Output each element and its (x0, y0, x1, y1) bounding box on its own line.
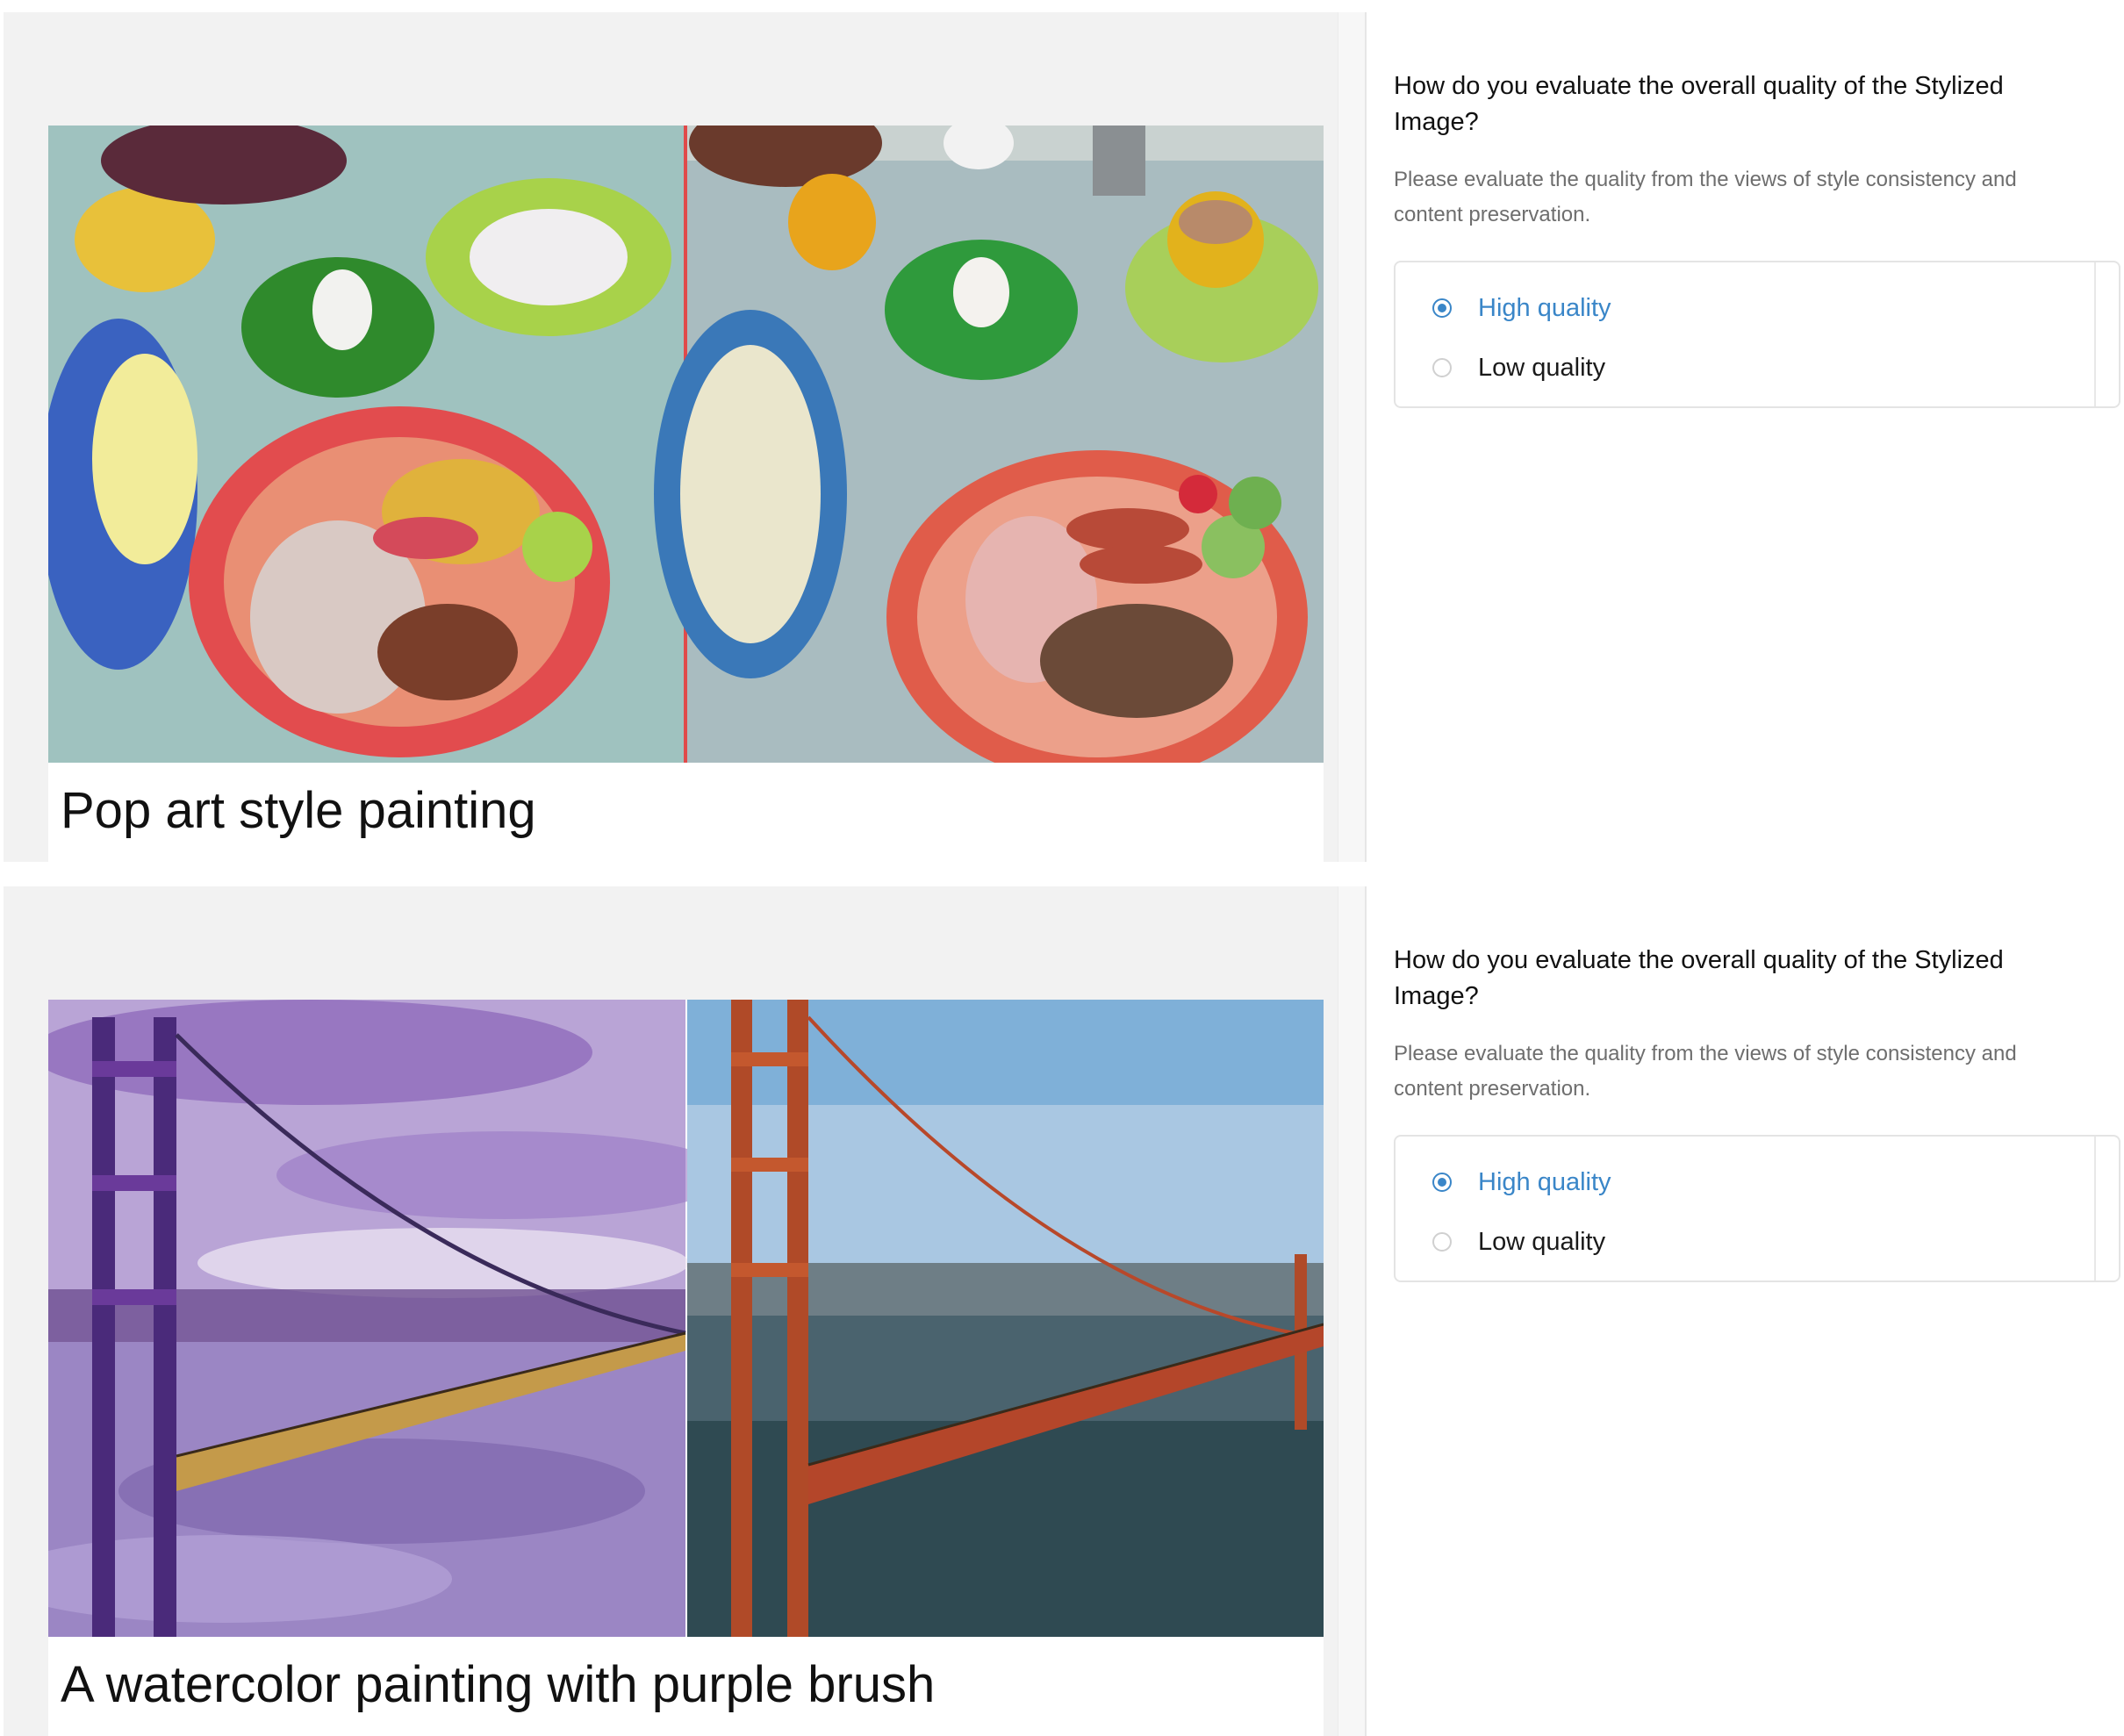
image-area: A watercolor painting with purple brush (4, 886, 1338, 1736)
content-image (654, 126, 1324, 763)
scrollbar[interactable] (1338, 12, 1367, 862)
scrollbar[interactable] (1338, 886, 1367, 1736)
option-label: Low quality (1478, 353, 1606, 382)
options-scrollbar[interactable] (2094, 1137, 2119, 1280)
low-quality-option[interactable]: Low quality (1432, 1220, 1605, 1264)
image-caption: Pop art style painting (61, 782, 536, 839)
question-hint: Please evaluate the quality from the vie… (1394, 1042, 2017, 1101)
option-label: High quality (1478, 1167, 1611, 1196)
content-image (687, 1000, 1324, 1637)
image-card: A watercolor painting with purple brush (48, 1000, 1324, 1736)
question-hint: Please evaluate the quality from the vie… (1394, 168, 2017, 226)
stylized-image (48, 126, 687, 763)
low-quality-option[interactable]: Low quality (1432, 346, 1605, 390)
stylized-image (48, 1000, 733, 1637)
image-pair (48, 126, 1324, 763)
options-scrollbar[interactable] (2094, 262, 2119, 406)
radio-selected-icon[interactable] (1432, 298, 1452, 318)
evaluation-item-2: A watercolor painting with purple brush … (0, 874, 2124, 1736)
radio-selected-icon[interactable] (1432, 1173, 1452, 1192)
image-area: Pop art style painting (4, 12, 1338, 862)
radio-unselected-icon[interactable] (1432, 358, 1452, 377)
option-label: High quality (1478, 293, 1611, 322)
evaluation-item-1: Pop art style painting How do you evalua… (0, 0, 2124, 862)
high-quality-option[interactable]: High quality (1432, 286, 1611, 330)
image-caption: A watercolor painting with purple brush (61, 1656, 936, 1713)
option-label: Low quality (1478, 1227, 1606, 1256)
image-card: Pop art style painting (48, 126, 1324, 862)
question-title: How do you evaluate the overall quality … (1394, 72, 2004, 136)
image-pair (48, 1000, 1324, 1637)
question-title: How do you evaluate the overall quality … (1394, 946, 2004, 1010)
rating-radio-group: High quality Low quality (1394, 261, 2120, 408)
rating-radio-group: High quality Low quality (1394, 1135, 2120, 1282)
radio-unselected-icon[interactable] (1432, 1232, 1452, 1252)
high-quality-option[interactable]: High quality (1432, 1160, 1611, 1204)
